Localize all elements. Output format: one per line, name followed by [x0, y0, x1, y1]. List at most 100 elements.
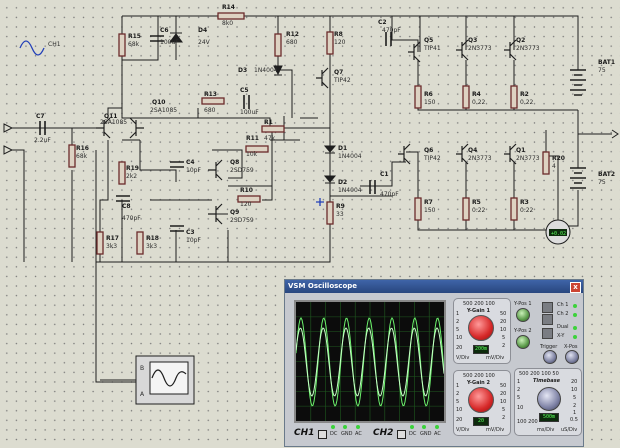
resistor-R18[interactable]: [136, 231, 144, 255]
transistor-Q1[interactable]: [504, 143, 517, 165]
capacitor-C3[interactable]: [170, 225, 184, 232]
capacitor-C2[interactable]: [385, 32, 392, 46]
value-R3: 0.22: [520, 207, 534, 214]
label-R12: R12: [286, 31, 299, 38]
resistor-R16[interactable]: [68, 144, 76, 168]
capacitor-C4[interactable]: [170, 161, 184, 168]
transistor-Q7[interactable]: [316, 67, 329, 89]
ygain2-unit-right: mV/Div: [486, 427, 505, 433]
resistor-R1[interactable]: [261, 125, 285, 133]
oscilloscope-title-bar[interactable]: VSM Oscilloscope x: [285, 280, 583, 293]
ygain2-tick-r1: 50: [500, 383, 507, 389]
ch1-coupling-dc[interactable]: DC: [330, 431, 337, 437]
xpos-knob[interactable]: [565, 350, 579, 364]
close-button[interactable]: x: [570, 282, 581, 293]
ch2-coupling-ac[interactable]: AC: [434, 431, 441, 437]
input-terminal[interactable]: [3, 123, 14, 133]
ygain2-label: Y-Gain 2: [467, 380, 490, 386]
scope-instrument[interactable]: B A: [135, 355, 195, 405]
ch2-coupling-dc[interactable]: DC: [409, 431, 416, 437]
transistor-Q8[interactable]: [208, 159, 223, 181]
resistor-R6[interactable]: [414, 85, 422, 109]
label-C8: C8: [122, 203, 131, 210]
timebase-lcd: 500m: [539, 413, 559, 422]
ch1-invert-toggle[interactable]: [318, 430, 327, 439]
resistor-R12[interactable]: [274, 33, 282, 57]
diode-D1[interactable]: [323, 145, 337, 154]
ch1-button[interactable]: [542, 302, 553, 313]
resistor-R8[interactable]: [326, 31, 334, 55]
resistor-R14[interactable]: [217, 12, 245, 20]
capacitor-C5[interactable]: [243, 95, 250, 109]
resistor-R17[interactable]: [96, 231, 104, 255]
ygain1-panel: 500 200 100 Y-Gain 1 1 2 5 10 20 50 20 1…: [453, 298, 511, 364]
resistor-R9[interactable]: [326, 201, 334, 225]
transistor-Q4[interactable]: [456, 143, 469, 165]
transistor-Q6[interactable]: [398, 143, 411, 165]
ch1-gnd-led: [343, 425, 347, 429]
value-R2: 0.22: [520, 99, 534, 106]
value-R6: 150: [424, 99, 436, 106]
resistor-R4[interactable]: [462, 85, 470, 109]
label-Q9: Q9: [230, 209, 239, 216]
ypos1-knob[interactable]: [516, 308, 530, 322]
timebase-tick-r2: 10: [571, 387, 578, 393]
ygain1-knob[interactable]: [468, 315, 494, 341]
ygain1-unit-right: mV/Div: [486, 355, 505, 361]
value-R11: 10k: [246, 151, 258, 158]
capacitor-C1[interactable]: [369, 180, 376, 194]
resistor-R2[interactable]: [510, 85, 518, 109]
value-C3: 10pF: [186, 237, 201, 244]
value-Q1: 2N3773: [516, 155, 540, 162]
label-R5: R5: [472, 199, 481, 206]
resistor-R13[interactable]: [201, 97, 225, 105]
resistor-R7[interactable]: [414, 197, 422, 221]
label-R14: R14: [222, 4, 235, 11]
ch1-coupling-gnd[interactable]: GND: [341, 431, 352, 437]
resistor-R3[interactable]: [510, 197, 518, 221]
value-C7: 2.2uF: [34, 137, 51, 144]
ygain1-label: Y-Gain 1: [467, 308, 490, 314]
value-R20: 4: [552, 163, 556, 170]
timebase-knob[interactable]: [537, 387, 561, 411]
label-R4: R4: [472, 91, 481, 98]
dual-button[interactable]: [542, 328, 553, 339]
ygain1-tick-l4: 10: [456, 335, 463, 341]
resistor-R15[interactable]: [118, 33, 126, 57]
voltmeter[interactable]: +0.02: [545, 219, 571, 245]
output-terminal[interactable]: [611, 129, 619, 139]
value-D1: 1N4004: [338, 153, 362, 160]
transistor-symbols: [96, 39, 517, 225]
resistor-R20[interactable]: [542, 151, 550, 175]
ch2-invert-toggle[interactable]: [397, 430, 406, 439]
diode-D2[interactable]: [323, 175, 337, 184]
value-R9: 33: [336, 211, 344, 218]
battery-BAT2[interactable]: [570, 167, 586, 189]
label-D4: D4: [198, 27, 207, 34]
ypos2-knob[interactable]: [516, 335, 530, 349]
resistor-R5[interactable]: [462, 197, 470, 221]
ch2-button-label: Ch 2: [557, 311, 569, 317]
timebase-tick-r5: 1: [573, 410, 577, 416]
label-R9: R9: [336, 203, 345, 210]
ygain2-tick-l2: 2: [456, 391, 460, 397]
ch1-coupling-ac[interactable]: AC: [355, 431, 362, 437]
oscilloscope-window[interactable]: VSM Oscilloscope x 500 200 100 Y-Gain 1 …: [284, 279, 584, 447]
transistor-Q10[interactable]: [129, 117, 144, 139]
ygain2-tick-l4: 10: [456, 407, 463, 413]
ch2-coupling-gnd[interactable]: GND: [420, 431, 431, 437]
scope-pin-b: B: [140, 365, 144, 372]
ground-terminal[interactable]: [3, 145, 14, 155]
resistor-R19[interactable]: [118, 161, 126, 185]
timebase-tick-l3: 5: [517, 395, 521, 401]
trigger-knob[interactable]: [543, 350, 557, 364]
capacitor-C8[interactable]: [116, 195, 130, 202]
value-BAT2: 75: [598, 179, 606, 186]
battery-BAT1[interactable]: [570, 69, 586, 96]
value-Q5: TIP41: [423, 45, 441, 52]
signal-generator[interactable]: CH1: [19, 40, 61, 56]
value-R12: 680: [286, 39, 298, 46]
ch2-button[interactable]: [542, 314, 553, 325]
label-R8: R8: [334, 31, 343, 38]
ygain2-knob[interactable]: [468, 387, 494, 413]
